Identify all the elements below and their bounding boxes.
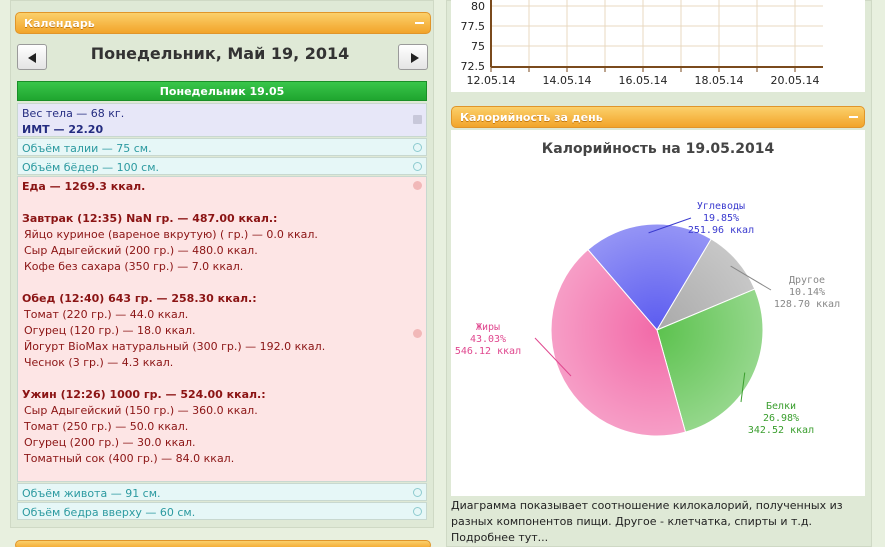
bmi-text: ИМТ — 22.20	[22, 123, 104, 136]
chart-title: Калорийность на 19.05.2014	[542, 141, 775, 157]
y-tick-label: 77.5	[461, 20, 486, 33]
tape-icon	[413, 162, 422, 171]
pie-data-label: Белки	[766, 401, 796, 412]
measure-text: Объём бедра вверху — 60 см.	[22, 506, 196, 519]
next-panel-header[interactable]	[15, 540, 431, 547]
y-tick-label: 75	[471, 40, 485, 53]
calories-header-title: Калорийность за день	[460, 111, 603, 124]
x-tick-label: 20.05.14	[771, 74, 820, 87]
calories-pie-chart: Калорийность на 19.05.2014 Углеводы 19.85…	[451, 130, 865, 496]
meal-title: Ужин (12:26) 1000 гр. — 524.00 ккал.:	[22, 388, 266, 401]
diary-entries: Вес тела — 68 кг. ИМТ — 22.20 Объём тали…	[17, 103, 427, 520]
food-entry[interactable]: Еда — 1269.3 ккал. Завтрак (12:35) NaN г…	[17, 176, 427, 482]
food-item: Чеснок (3 гр.) — 4.3 ккал.	[24, 356, 174, 369]
measure-entry-thigh[interactable]: Объём бедра вверху — 60 см.	[17, 502, 427, 520]
y-tick-label: 72.5	[461, 60, 486, 73]
y-tick-label: 80	[471, 0, 485, 13]
weight-chart: 80 77.5 75 72.5 12.05.14 14.05.14 16.05.…	[451, 0, 865, 92]
chart-caption: Диаграмма показывает соотношение килокал…	[451, 499, 843, 544]
meal-title: Обед (12:40) 643 гр. — 258.30 ккал.:	[22, 292, 257, 305]
measure-entry-hips[interactable]: Объём бёдер — 100 см.	[17, 157, 427, 175]
x-tick-label: 12.05.14	[467, 74, 516, 87]
pie-data-label: 10.14%	[789, 287, 825, 298]
arrow-right-icon	[411, 53, 419, 63]
food-item: Сыр Адыгейский (150 гр.) — 360.0 ккал.	[24, 404, 258, 417]
apple-icon	[413, 329, 422, 338]
pie-data-label: 128.70 ккал	[774, 299, 840, 310]
trash-icon[interactable]	[413, 115, 422, 124]
x-tick-label: 14.05.14	[543, 74, 592, 87]
pie-data-label: 342.52 ккал	[748, 425, 814, 436]
arrow-left-icon	[28, 53, 36, 63]
pie-chart-svg: Калорийность на 19.05.2014 Углеводы19.85…	[455, 141, 840, 437]
next-day-button[interactable]	[398, 44, 428, 70]
calendar-header-title: Календарь	[24, 17, 95, 30]
pie-data-label: Жиры	[476, 322, 500, 333]
food-item: Кофе без сахара (350 гр.) — 7.0 ккал.	[24, 260, 244, 273]
tape-icon	[413, 507, 422, 516]
prev-day-button[interactable]	[17, 44, 47, 70]
measure-text: Объём бёдер — 100 см.	[22, 161, 160, 174]
food-item: Томатный сок (400 гр.) — 84.0 ккал.	[24, 452, 235, 465]
food-item: Яйцо куриное (вареное вкрутую) ( гр.) — …	[24, 228, 318, 241]
x-tick-label: 16.05.14	[619, 74, 668, 87]
food-item: Томат (220 гр.) — 44.0 ккал.	[24, 308, 189, 321]
day-bar[interactable]: Понедельник 19.05	[17, 81, 427, 101]
food-item: Йогурт BioMax натуральный (300 гр.) — 19…	[24, 340, 326, 353]
measure-entry-belly[interactable]: Объём живота — 91 см.	[17, 483, 427, 501]
calendar-header[interactable]: Календарь	[15, 12, 431, 34]
food-total: Еда — 1269.3 ккал.	[22, 180, 146, 193]
collapse-icon[interactable]	[849, 116, 858, 118]
pie-data-label: Углеводы	[697, 201, 745, 212]
pie-data-label: 43.03%	[470, 334, 506, 345]
date-title: Понедельник, Май 19, 2014	[90, 44, 350, 63]
body-entry[interactable]: Вес тела — 68 кг. ИМТ — 22.20	[17, 103, 427, 137]
pie-data-label: 19.85%	[703, 213, 739, 224]
food-item: Огурец (120 гр.) — 18.0 ккал.	[24, 324, 196, 337]
food-item: Томат (250 гр.) — 50.0 ккал.	[24, 420, 189, 433]
tape-icon	[413, 143, 422, 152]
pie-data-label: Другое	[789, 275, 825, 286]
measure-entry-waist[interactable]: Объём талии — 75 см.	[17, 138, 427, 156]
tape-icon	[413, 488, 422, 497]
weight-text: Вес тела — 68 кг.	[22, 107, 125, 120]
meal-title: Завтрак (12:35) NaN гр. — 487.00 ккал.:	[22, 212, 278, 225]
apple-icon	[413, 181, 422, 190]
weight-chart-svg: 80 77.5 75 72.5 12.05.14 14.05.14 16.05.…	[461, 0, 823, 87]
measure-text: Объём талии — 75 см.	[22, 142, 152, 155]
pie-data-label: 251.96 ккал	[688, 225, 754, 236]
measure-text: Объём живота — 91 см.	[22, 487, 161, 500]
collapse-icon[interactable]	[415, 22, 424, 24]
calories-header[interactable]: Калорийность за день	[451, 106, 865, 128]
food-item: Огурец (200 гр.) — 30.0 ккал.	[24, 436, 196, 449]
food-item: Сыр Адыгейский (200 гр.) — 480.0 ккал.	[24, 244, 258, 257]
pie-data-label: 546.12 ккал	[455, 346, 521, 357]
x-tick-label: 18.05.14	[695, 74, 744, 87]
pie-data-label: 26.98%	[763, 413, 799, 424]
